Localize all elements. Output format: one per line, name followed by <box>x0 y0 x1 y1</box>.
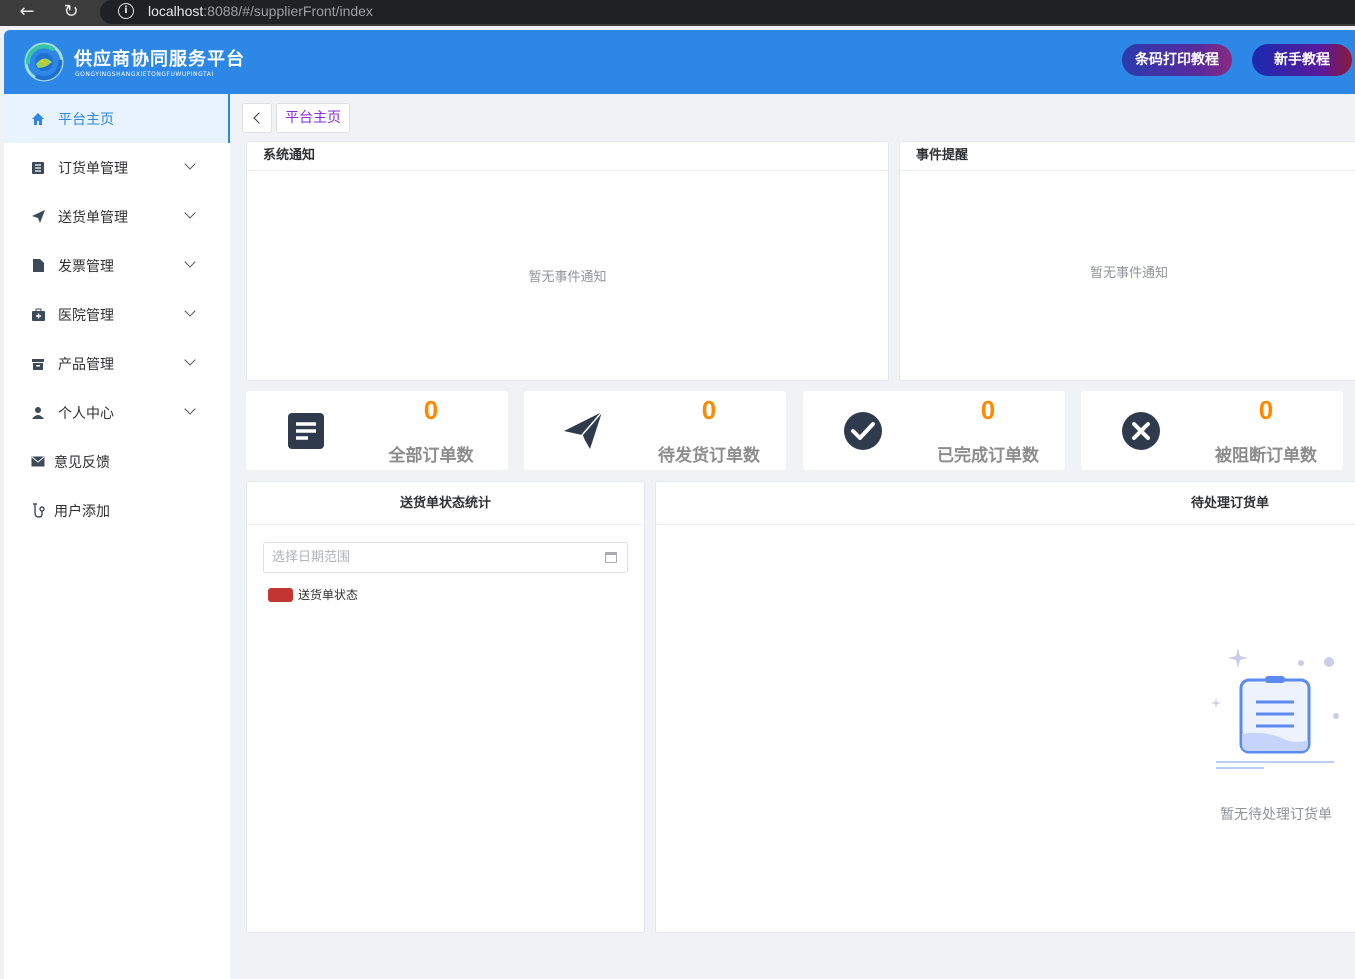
panel-title: 系统通知 <box>247 142 888 171</box>
sidebar-item-delivery-management[interactable]: 送货单管理 <box>4 192 230 241</box>
app-window: 供应商协同服务平台 GONGYINGSHANGXIETONGFUWUPINGTA… <box>4 30 1355 979</box>
stat-label: 已完成订单数 <box>937 446 1039 466</box>
medkit-icon <box>30 307 46 323</box>
site-info-icon[interactable]: i <box>118 3 134 19</box>
sidebar-item-product-management[interactable]: 产品管理 <box>4 339 230 388</box>
stat-label: 全部订单数 <box>388 446 474 466</box>
stat-value: 0 <box>701 395 717 425</box>
legend-label[interactable]: 送货单状态 <box>298 586 358 603</box>
file-icon <box>30 258 46 274</box>
sidebar-item-home[interactable]: 平台主页 <box>4 94 230 143</box>
logo-icon <box>24 42 64 82</box>
home-icon <box>30 111 46 127</box>
stat-value: 0 <box>980 395 996 425</box>
browser-toolbar: ← ↻ i localhost:8088/#/supplierFront/ind… <box>0 0 1355 26</box>
stat-label: 待发货订单数 <box>658 446 760 466</box>
user-add-icon <box>30 503 46 519</box>
sidebar-item-label: 发票管理 <box>58 258 114 275</box>
sidebar-item-label: 用户添加 <box>54 503 110 520</box>
empty-text: 暂无事件通知 <box>1089 266 1168 281</box>
empty-clipboard-icon <box>1211 648 1339 769</box>
panel-title: 送货单状态统计 <box>247 482 644 525</box>
sidebar-item-label: 医院管理 <box>58 307 114 324</box>
sidebar-item-label: 送货单管理 <box>58 209 128 226</box>
mail-icon <box>30 454 46 470</box>
delivery-status-panel: 送货单状态统计 选择日期范围 送货单状态 <box>246 481 645 933</box>
sidebar-item-feedback[interactable]: 意见反馈 <box>4 437 230 486</box>
stat-label: 被阻断订单数 <box>1215 446 1317 466</box>
chevron-down-icon <box>184 354 196 366</box>
panel-title: 待处理订货单 <box>656 482 1355 525</box>
paper-plane-icon <box>564 411 603 449</box>
back-arrow-icon[interactable]: ← <box>14 1 40 23</box>
document-icon <box>288 413 324 449</box>
tab-home[interactable]: 平台主页 <box>276 103 350 133</box>
sidebar-item-add-user[interactable]: 用户添加 <box>4 486 230 535</box>
chevron-down-icon <box>184 158 196 170</box>
stat-card-all-orders[interactable]: 0 全部订单数 <box>246 391 508 470</box>
date-range-placeholder: 选择日期范围 <box>272 550 351 565</box>
sidebar-item-label: 订货单管理 <box>58 160 128 177</box>
reload-icon[interactable]: ↻ <box>58 1 84 23</box>
beginner-tutorial-button[interactable]: 新手教程 <box>1252 44 1352 76</box>
legend-swatch[interactable] <box>268 588 293 602</box>
address-bar[interactable]: i localhost:8088/#/supplierFront/index <box>100 0 1355 24</box>
sidebar-item-label: 意见反馈 <box>54 454 110 471</box>
sidebar: 平台主页 订货单管理 送货单管理 发票管理 医院管理 产品管理 个人中心 意见反… <box>4 94 230 979</box>
send-icon <box>30 209 46 225</box>
system-notice-panel: 系统通知 暂无事件通知 <box>246 141 889 381</box>
tabs-back-button[interactable] <box>242 103 272 133</box>
url-text: localhost:8088/#/supplierFront/index <box>148 3 373 19</box>
sidebar-item-personal-center[interactable]: 个人中心 <box>4 388 230 437</box>
date-range-input[interactable]: 选择日期范围 <box>263 542 628 573</box>
chevron-down-icon <box>184 207 196 219</box>
sidebar-item-invoice-management[interactable]: 发票管理 <box>4 241 230 290</box>
barcode-tutorial-button[interactable]: 条码打印教程 <box>1122 44 1232 76</box>
chevron-down-icon <box>184 403 196 415</box>
list-icon <box>30 160 46 176</box>
x-circle-icon <box>1122 412 1160 450</box>
empty-text: 暂无待处理订货单 <box>1220 807 1332 823</box>
sidebar-item-label: 平台主页 <box>58 111 114 128</box>
app-title: 供应商协同服务平台 <box>74 49 245 70</box>
stat-card-pending-shipment[interactable]: 0 待发货订单数 <box>524 391 786 470</box>
top-header: 供应商协同服务平台 GONGYINGSHANGXIETONGFUWUPINGTA… <box>4 30 1355 94</box>
event-reminder-panel: 事件提醒 暂无事件通知 <box>899 141 1355 381</box>
chevron-down-icon <box>184 256 196 268</box>
sidebar-item-label: 产品管理 <box>58 356 114 373</box>
pending-orders-panel: 待处理订货单 暂无待处理订货单 <box>655 481 1355 933</box>
box-icon <box>30 356 46 372</box>
stat-card-blocked-orders[interactable]: 0 被阻断订单数 <box>1081 391 1343 470</box>
stat-value: 0 <box>423 395 439 425</box>
chevron-down-icon <box>184 305 196 317</box>
stat-value: 0 <box>1258 395 1274 425</box>
stat-card-completed-orders[interactable]: 0 已完成订单数 <box>803 391 1065 470</box>
sidebar-item-hospital-management[interactable]: 医院管理 <box>4 290 230 339</box>
panel-title: 事件提醒 <box>900 142 1355 171</box>
sidebar-item-order-management[interactable]: 订货单管理 <box>4 143 230 192</box>
sidebar-item-label: 个人中心 <box>58 405 114 422</box>
calendar-icon[interactable] <box>605 552 617 563</box>
user-icon <box>30 405 46 421</box>
empty-text: 暂无事件通知 <box>528 270 607 285</box>
app-subtitle: GONGYINGSHANGXIETONGFUWUPINGTAI <box>75 71 214 78</box>
check-circle-icon <box>844 412 882 450</box>
